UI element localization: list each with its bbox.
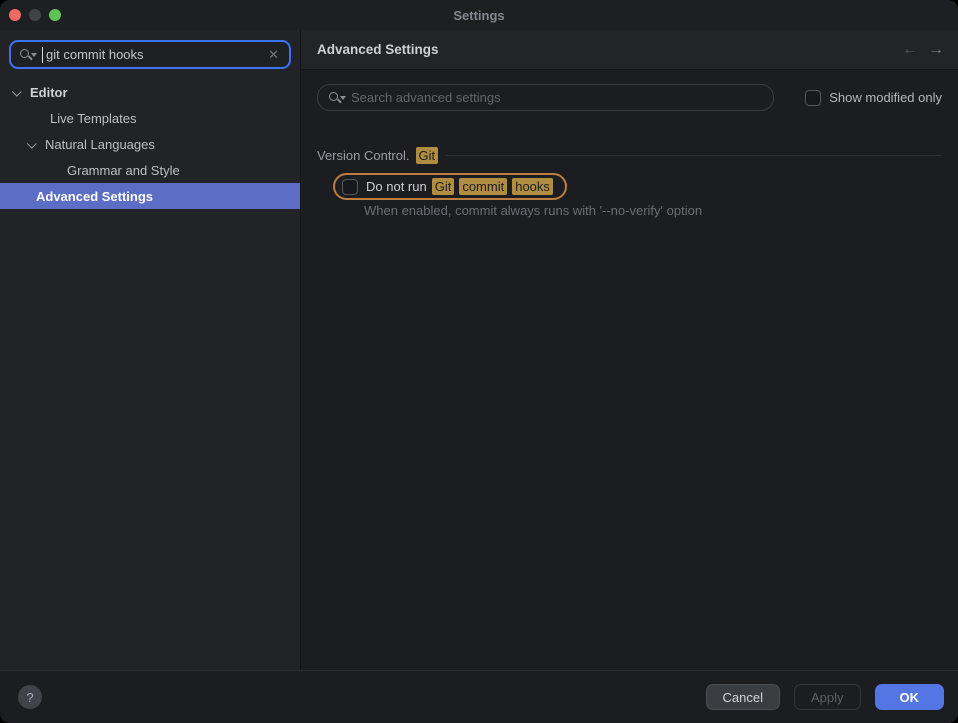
section-header-version-control-git: Version Control. Git [317, 147, 942, 164]
apply-button[interactable]: Apply [794, 684, 861, 710]
settings-sidebar: ✕ Editor Live Templates Natural Language… [0, 30, 301, 670]
forward-arrow-icon[interactable]: → [928, 42, 944, 58]
settings-window: Settings ✕ Editor Live Templates [0, 0, 958, 723]
cancel-button[interactable]: Cancel [706, 684, 780, 710]
tree-item-label: Live Templates [50, 111, 136, 126]
question-mark-icon: ? [26, 690, 33, 705]
dialog-footer: ? Cancel Apply OK [0, 670, 958, 723]
advanced-search-box[interactable] [317, 84, 774, 111]
option-description: When enabled, commit always runs with '-… [364, 203, 942, 218]
history-navigation: ← → [902, 42, 944, 58]
do-not-run-hooks-checkbox[interactable] [342, 179, 358, 195]
section-divider [446, 155, 942, 156]
match-highlight: hooks [512, 178, 553, 195]
footer-buttons: Cancel Apply OK [706, 684, 945, 710]
tree-item-grammar-and-style[interactable]: Grammar and Style [0, 157, 300, 183]
search-icon [19, 47, 36, 62]
main-header: Advanced Settings ← → [301, 30, 958, 70]
settings-search-input[interactable] [44, 47, 266, 62]
show-modified-checkbox[interactable] [805, 90, 821, 106]
advanced-search-input[interactable] [345, 90, 763, 105]
main-content: Show modified only Version Control. Git … [301, 70, 958, 670]
back-arrow-icon[interactable]: ← [902, 42, 918, 58]
chevron-down-icon[interactable] [27, 138, 37, 148]
tree-item-label: Editor [30, 85, 68, 100]
tree-item-live-templates[interactable]: Live Templates [0, 105, 300, 131]
dialog-body: ✕ Editor Live Templates Natural Language… [0, 30, 958, 670]
show-modified-only[interactable]: Show modified only [805, 90, 942, 106]
window-title: Settings [453, 8, 504, 23]
option-do-not-run-git-commit-hooks[interactable]: Do not run Git commit hooks [333, 173, 567, 200]
show-modified-label: Show modified only [829, 90, 942, 105]
main-panel: Advanced Settings ← → Sho [301, 30, 958, 670]
tree-item-label: Advanced Settings [36, 189, 153, 204]
tree-item-label: Natural Languages [45, 137, 155, 152]
section-match-highlight: Git [416, 147, 439, 164]
tree-item-label: Grammar and Style [67, 163, 180, 178]
help-button[interactable]: ? [18, 685, 42, 709]
minimize-window-icon [29, 9, 41, 21]
advanced-search-row: Show modified only [317, 84, 942, 111]
settings-search-box[interactable]: ✕ [9, 40, 291, 69]
titlebar: Settings [0, 0, 958, 30]
close-window-icon[interactable] [9, 9, 21, 21]
ok-button[interactable]: OK [875, 684, 945, 710]
chevron-down-icon[interactable] [12, 86, 22, 96]
tree-item-editor[interactable]: Editor [0, 79, 300, 105]
section-prefix: Version Control. [317, 148, 410, 163]
option-label-prefix: Do not run [366, 179, 427, 194]
tree-item-natural-languages[interactable]: Natural Languages [0, 131, 300, 157]
search-icon [328, 90, 345, 105]
zoom-window-icon[interactable] [49, 9, 61, 21]
traffic-lights [9, 9, 61, 21]
page-title: Advanced Settings [317, 42, 439, 57]
match-highlight: Git [432, 178, 455, 195]
text-caret [42, 47, 43, 63]
match-highlight: commit [459, 178, 507, 195]
clear-search-icon[interactable]: ✕ [266, 47, 281, 63]
option-label: Do not run Git commit hooks [366, 178, 553, 195]
tree-item-advanced-settings[interactable]: Advanced Settings [0, 183, 300, 209]
settings-tree: Editor Live Templates Natural Languages … [0, 79, 300, 209]
